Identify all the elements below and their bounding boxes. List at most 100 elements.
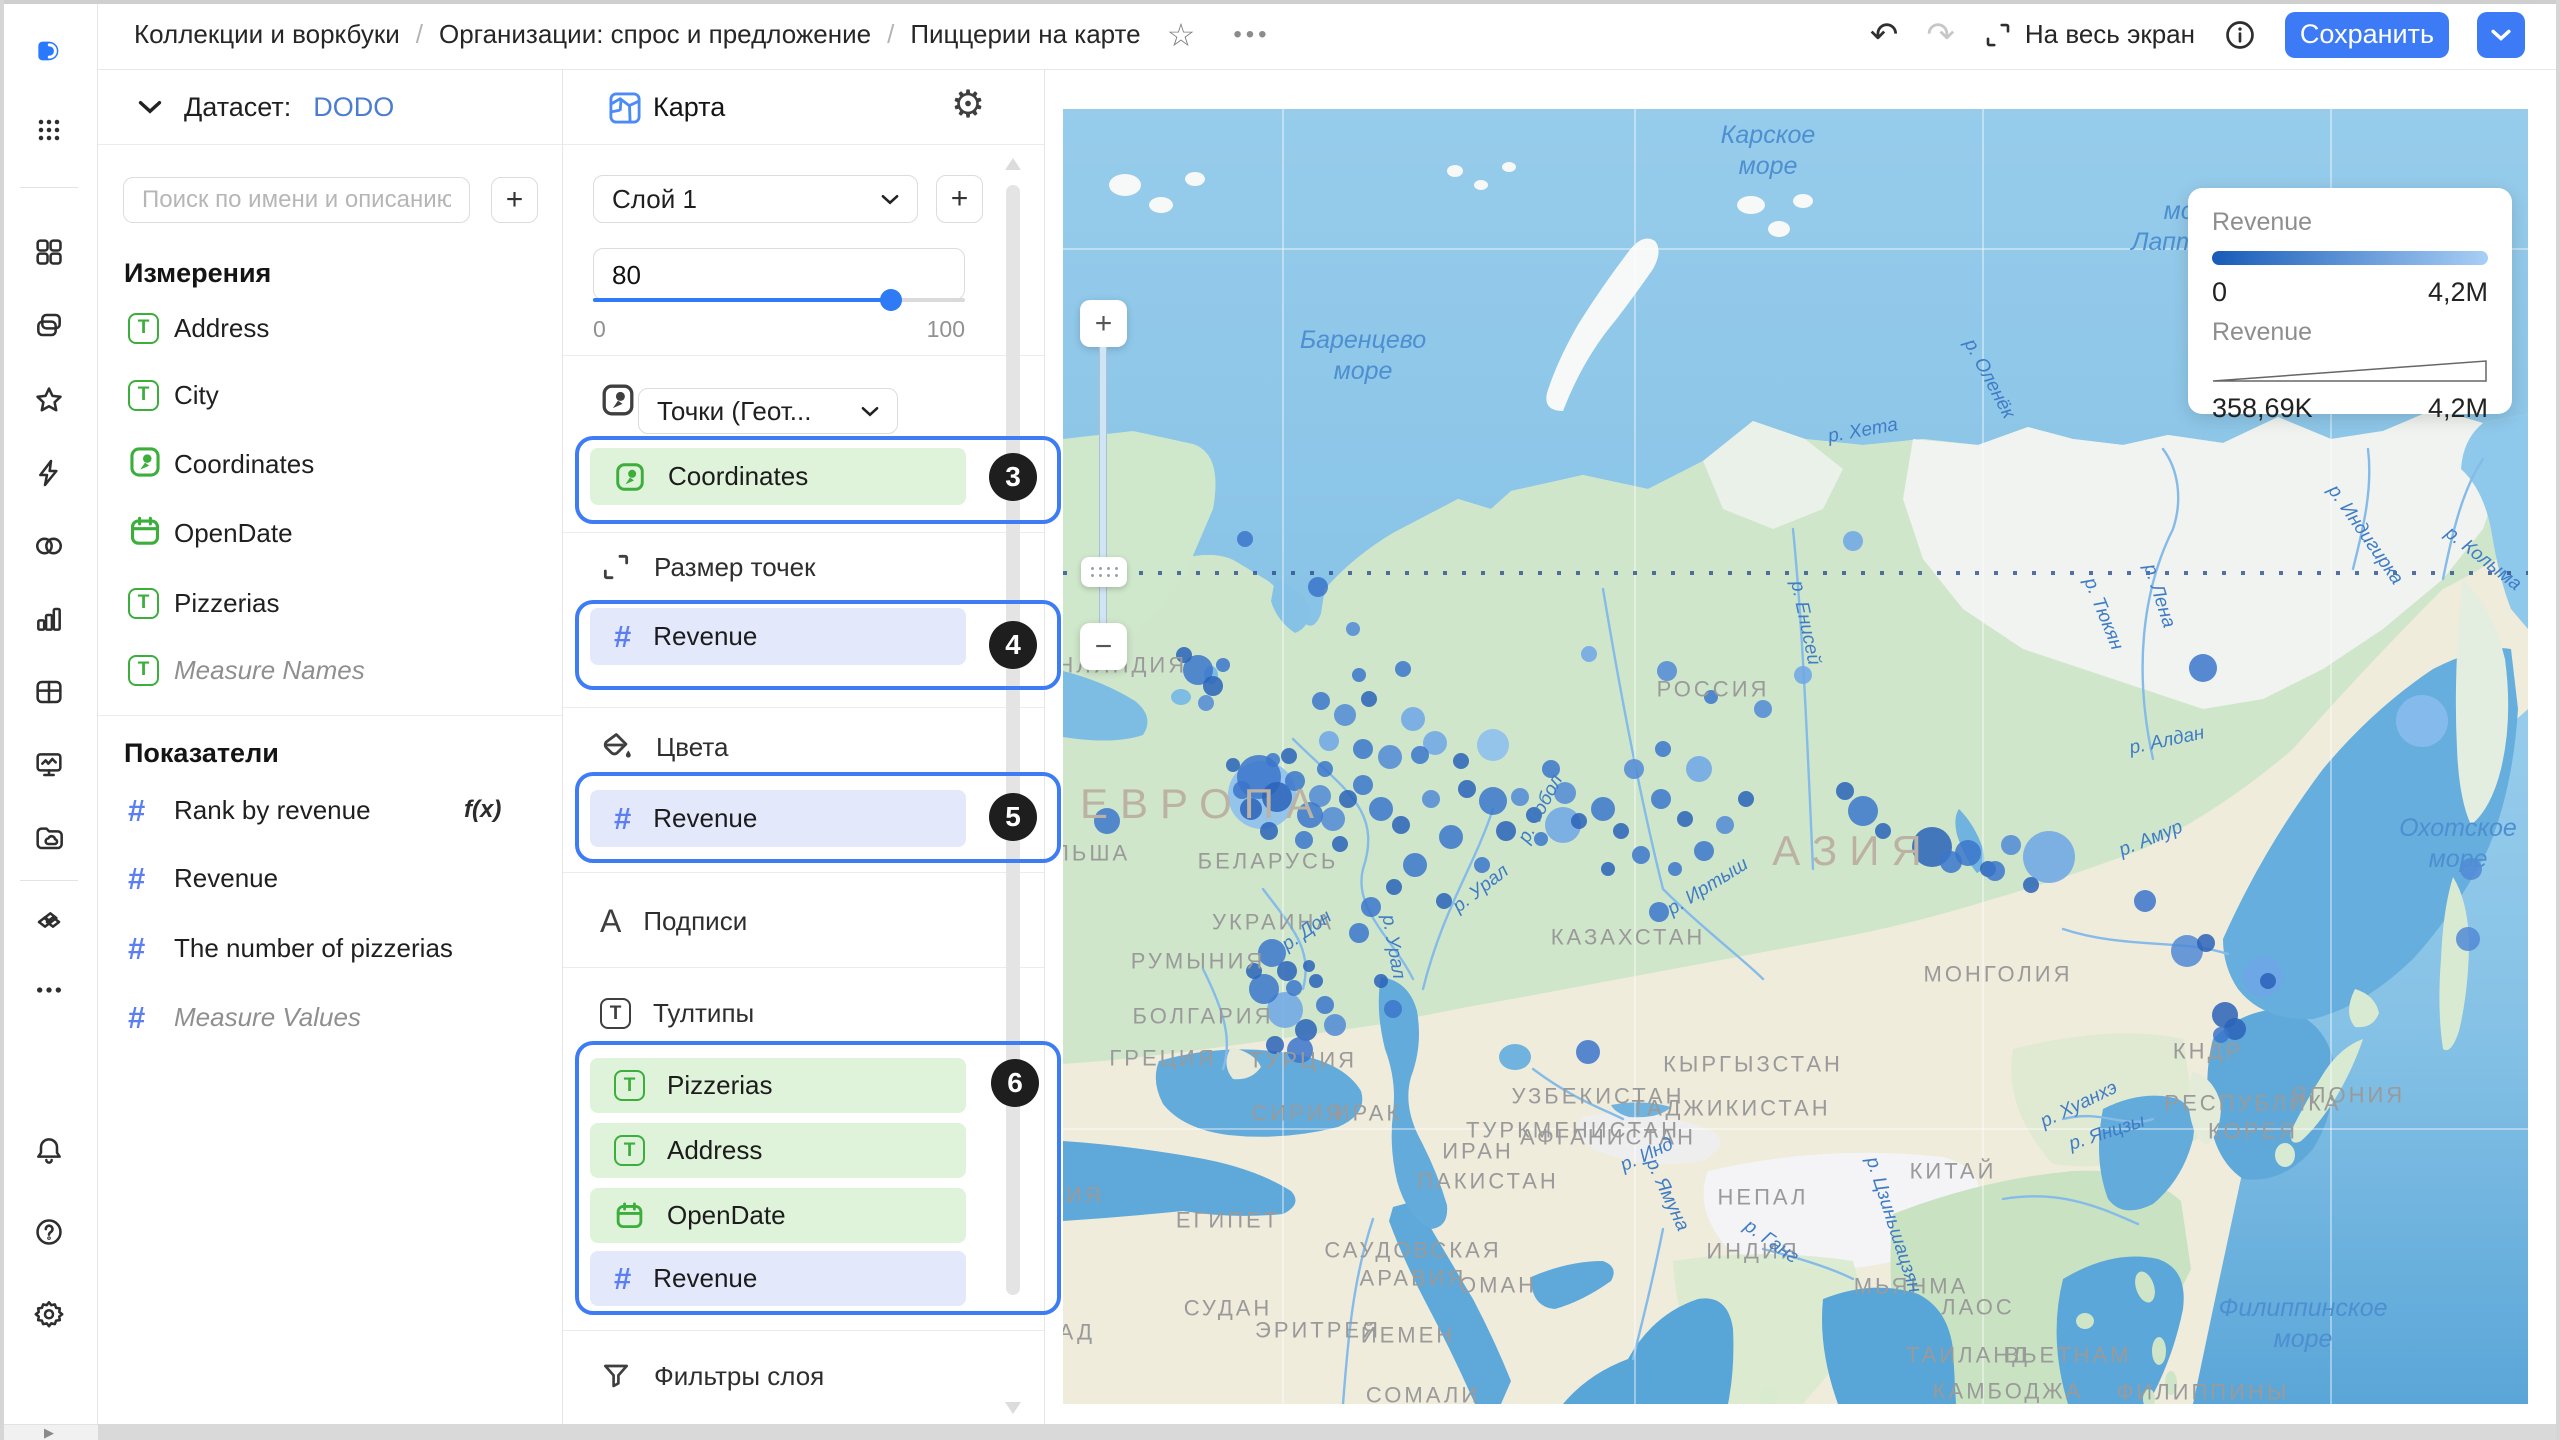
- map-point[interactable]: [1657, 661, 1677, 681]
- map-point[interactable]: [1303, 960, 1315, 972]
- monitoring-icon[interactable]: [32, 748, 66, 782]
- breadcrumb-collections[interactable]: Коллекции и воркбуки: [134, 19, 400, 50]
- map-point[interactable]: [1266, 1036, 1284, 1054]
- map-point[interactable]: [1576, 1040, 1600, 1064]
- map-point[interactable]: [1601, 862, 1615, 876]
- settings-gear-icon[interactable]: [32, 1297, 66, 1331]
- scrollbar-thumb[interactable]: [1006, 185, 1020, 1295]
- map-point[interactable]: [1677, 811, 1693, 827]
- map-point[interactable]: [1411, 746, 1429, 764]
- map-point[interactable]: [1477, 729, 1509, 761]
- notifications-bell-icon[interactable]: [32, 1133, 66, 1167]
- field-pizzerias[interactable]: T Pizzerias: [98, 579, 562, 627]
- dashboards-icon[interactable]: [32, 235, 66, 269]
- map-point[interactable]: [1266, 753, 1280, 767]
- map-point[interactable]: [1496, 821, 1516, 841]
- dataset-name-link[interactable]: DODO: [313, 92, 394, 123]
- map-point[interactable]: [1554, 782, 1576, 804]
- datasets-icon[interactable]: [32, 675, 66, 709]
- map-point[interactable]: [1704, 690, 1718, 704]
- map-point[interactable]: [1581, 646, 1597, 662]
- map-point[interactable]: [1352, 668, 1366, 682]
- geometry-type-select[interactable]: Точки (Геот...: [638, 388, 898, 434]
- info-icon[interactable]: [2223, 18, 2257, 52]
- favorites-icon[interactable]: [32, 383, 66, 417]
- map-point[interactable]: [1287, 1037, 1313, 1063]
- map-point[interactable]: [1353, 775, 1373, 795]
- map-point[interactable]: [1317, 761, 1333, 777]
- zoom-slider-handle[interactable]: [1081, 557, 1127, 587]
- fullscreen-button[interactable]: На весь экран: [1983, 19, 2195, 50]
- map-point[interactable]: [1668, 862, 1682, 876]
- opacity-slider[interactable]: [593, 298, 965, 302]
- map-point[interactable]: [1334, 704, 1356, 726]
- map-canvas[interactable]: ЕВРОПААЗИЯПОЛЬШАБЕЛАРУСЬУКРАИНАРУМЫНИЯБО…: [1063, 109, 2528, 1404]
- colors-field-chip[interactable]: # Revenue: [590, 790, 966, 847]
- map-point[interactable]: [2260, 973, 2276, 989]
- map-point[interactable]: [1686, 756, 1712, 782]
- map-point[interactable]: [1246, 963, 1262, 979]
- connections-icon[interactable]: [32, 529, 66, 563]
- help-icon[interactable]: [32, 1215, 66, 1249]
- field-revenue[interactable]: # Revenue: [98, 854, 562, 902]
- map-point[interactable]: [1395, 661, 1411, 677]
- map-point[interactable]: [1094, 808, 1120, 834]
- map-point[interactable]: [1474, 857, 1490, 873]
- map-point[interactable]: [1316, 996, 1334, 1014]
- map-point[interactable]: [1374, 974, 1388, 988]
- scroll-down-arrow[interactable]: [1005, 1402, 1021, 1414]
- map-point[interactable]: [1203, 676, 1223, 696]
- map-point[interactable]: [1285, 771, 1305, 791]
- map-point[interactable]: [1843, 531, 1863, 551]
- points-field-chip[interactable]: Coordinates: [590, 448, 966, 505]
- add-layer-button[interactable]: +: [936, 175, 983, 223]
- map-point[interactable]: [1436, 893, 1452, 909]
- zoom-in-button[interactable]: +: [1080, 300, 1127, 347]
- save-button[interactable]: Сохранить: [2285, 12, 2449, 58]
- field-coordinates[interactable]: Coordinates: [98, 440, 562, 488]
- map-point[interactable]: [1216, 658, 1230, 672]
- map-point[interactable]: [1738, 791, 1754, 807]
- undo-icon[interactable]: ↶: [1870, 18, 1899, 52]
- field-measure-values[interactable]: # Measure Values: [98, 993, 562, 1041]
- map-point[interactable]: [1226, 758, 1240, 772]
- breadcrumb-current-chart[interactable]: Пиццерии на карте: [910, 19, 1140, 50]
- map-point[interactable]: [1403, 853, 1427, 877]
- labels-section-row[interactable]: A Подписи: [600, 903, 747, 940]
- services-boxes-icon[interactable]: [32, 903, 66, 937]
- map-point[interactable]: [2456, 927, 2480, 951]
- add-field-button[interactable]: +: [491, 177, 538, 223]
- map-point[interactable]: [1716, 816, 1734, 834]
- rail-expand-strip[interactable]: ▶: [0, 1424, 98, 1440]
- map-point[interactable]: [1369, 797, 1393, 821]
- zoom-out-button[interactable]: −: [1080, 623, 1127, 670]
- map-point[interactable]: [1233, 781, 1251, 799]
- scroll-up-arrow[interactable]: [1005, 158, 1021, 170]
- map-point[interactable]: [1613, 823, 1629, 839]
- map-point[interactable]: [1651, 789, 1671, 809]
- map-point[interactable]: [1384, 1000, 1402, 1018]
- map-point[interactable]: [1286, 980, 1302, 996]
- map-point[interactable]: [1277, 961, 1297, 981]
- map-point[interactable]: [1591, 797, 1615, 821]
- apps-grid-icon[interactable]: [32, 113, 66, 147]
- map-point[interactable]: [1571, 813, 1587, 829]
- map-point[interactable]: [1240, 798, 1262, 820]
- map-point[interactable]: [1401, 707, 1425, 731]
- map-point[interactable]: [1649, 902, 1669, 922]
- map-point[interactable]: [2023, 877, 2039, 893]
- map-point[interactable]: [1542, 760, 1560, 778]
- map-point[interactable]: [1794, 666, 1812, 684]
- layer-filters-row[interactable]: Фильтры слоя: [600, 1360, 824, 1392]
- map-point[interactable]: [1361, 897, 1381, 917]
- map-point[interactable]: [1378, 745, 1402, 769]
- map-point[interactable]: [1836, 782, 1854, 800]
- map-point[interactable]: [2213, 1027, 2229, 1043]
- charts-icon[interactable]: [32, 602, 66, 636]
- chart-settings-gear-icon[interactable]: ⚙: [951, 86, 985, 124]
- map-point[interactable]: [1955, 840, 1981, 866]
- map-point[interactable]: [1439, 825, 1463, 849]
- map-point[interactable]: [1534, 832, 1548, 846]
- layer-select[interactable]: Слой 1: [593, 175, 918, 223]
- map-point[interactable]: [1309, 974, 1323, 988]
